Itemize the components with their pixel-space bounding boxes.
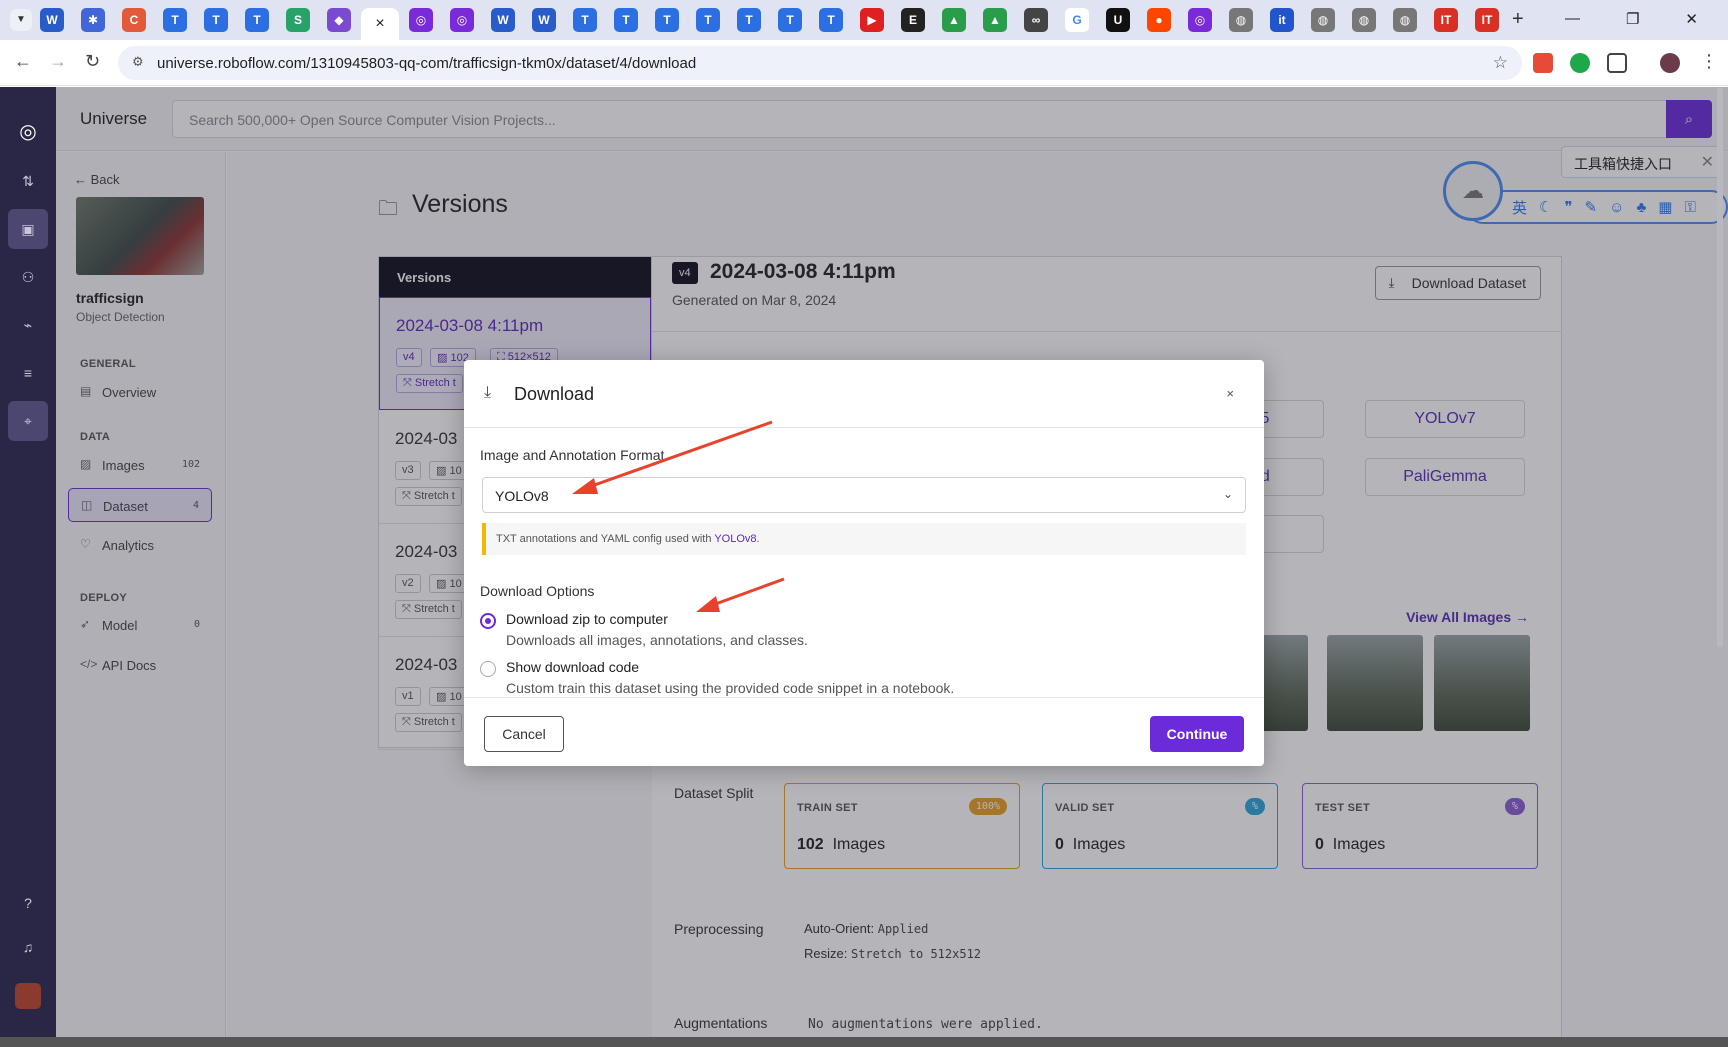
transfer-icon[interactable]: ⇅ [8,161,48,201]
tab-favicon-globe[interactable]: ◍ [1393,8,1417,32]
tab-favicon-c[interactable]: C [122,8,146,32]
help-icon[interactable]: ? [8,883,48,923]
modal-title: Download [514,384,595,404]
format-label: Image and Annotation Format [480,447,665,463]
radio-show-code[interactable] [480,661,496,677]
browser-tab-strip: ▼ W ✱ C T T T S ◆ × ◎ ◎ W W T T T T T T … [0,0,1728,40]
modal-header: ⤓ Download × [464,360,1264,428]
tab-favicon-u[interactable]: U [1106,8,1130,32]
minimize-icon[interactable]: — [1565,10,1580,28]
profile-avatar[interactable] [1660,53,1680,73]
active-tab-close-icon[interactable]: × [361,8,399,40]
format-select[interactable]: YOLOv8 ⌄ [482,477,1246,513]
reload-icon[interactable]: ↻ [85,51,100,72]
tab-favicon-roboflow[interactable]: ◎ [450,8,474,32]
tab-favicon-globe[interactable]: ◍ [1229,8,1253,32]
forward-arrow-icon[interactable]: → [49,51,67,72]
tab-favicon-youtube[interactable]: ▶ [860,8,884,32]
continue-button[interactable]: Continue [1150,716,1244,752]
modal-close-button[interactable]: × [1226,386,1234,401]
bookmark-star-icon[interactable]: ☆ [1493,53,1508,73]
tab-favicon-word[interactable]: W [40,8,64,32]
tab-favicon-it[interactable]: it [1270,8,1294,32]
url-text[interactable]: universe.roboflow.com/1310945803-qq-com/… [157,55,696,72]
tab-favicon-fox[interactable]: ◆ [327,8,351,32]
tab-favicon-globe[interactable]: ◍ [1352,8,1376,32]
extension-icon[interactable] [1533,53,1553,73]
tab-favicon-t[interactable]: T [245,8,269,32]
cancel-button[interactable]: Cancel [484,716,564,752]
extension-icon[interactable] [1570,53,1590,73]
modal-footer-divider [464,697,1264,698]
tab-favicon-t[interactable]: T [614,8,638,32]
tab-favicon-reddit[interactable]: ● [1147,8,1171,32]
notifications-bell-icon[interactable]: ♫ [8,927,48,967]
tab-favicon-globe[interactable]: ◍ [1311,8,1335,32]
option-title[interactable]: Show download code [506,659,639,675]
scrollbar-thumb[interactable] [1717,87,1723,647]
app-rail: ◎ ⇅ ▣ ⚇ ⌁ ≡ ⌖ ? ♫ [0,87,56,1037]
deployments-icon[interactable]: ≡ [8,353,48,393]
tab-favicon-it-red[interactable]: IT [1434,8,1458,32]
window-controls: — ❐ ✕ [1565,10,1698,28]
browser-menu-icon[interactable]: ⋮ [1700,51,1718,72]
download-icon: ⤓ [484,384,492,401]
tab-favicon-drive[interactable]: ▲ [983,8,1007,32]
option-description: Custom train this dataset using the prov… [506,680,955,696]
taskbar-strip [0,1037,1728,1047]
tab-favicon-t[interactable]: T [696,8,720,32]
tab-favicon-google[interactable]: G [1065,8,1089,32]
universe-icon[interactable]: ⌖ [8,401,48,441]
back-arrow-icon[interactable]: ← [14,51,32,72]
close-window-icon[interactable]: ✕ [1685,10,1698,28]
workflows-icon[interactable]: ⚇ [8,257,48,297]
user-avatar[interactable] [15,983,41,1009]
projects-icon[interactable]: ▣ [8,209,48,249]
tab-favicon-t[interactable]: T [737,8,761,32]
radio-download-zip[interactable] [480,613,496,629]
tab-favicon-t[interactable]: T [204,8,228,32]
hint-link[interactable]: YOLOv8 [714,533,756,545]
new-tab-button[interactable]: + [1512,8,1524,31]
tab-favicon-link[interactable]: ∞ [1024,8,1048,32]
option-description: Downloads all images, annotations, and c… [506,632,808,648]
tab-favicon-roboflow[interactable]: ◎ [1188,8,1212,32]
tab-favicon-word[interactable]: W [532,8,556,32]
format-hint: TXT annotations and YAML config used wit… [482,523,1246,555]
download-modal: ⤓ Download × Image and Annotation Format… [464,360,1264,766]
tab-search-dropdown-icon[interactable]: ▼ [10,9,32,31]
tab-favicon-t[interactable]: T [573,8,597,32]
address-bar-row: ← → ↻ ⚙ universe.roboflow.com/1310945803… [0,40,1728,86]
site-info-icon[interactable]: ⚙ [132,54,144,70]
tab-list: W ✱ C T T T S ◆ × ◎ ◎ W W T T T T T T T … [40,8,1499,40]
hint-suffix: . [756,533,760,545]
extensions-puzzle-icon[interactable] [1607,53,1627,73]
tab-favicon-app[interactable]: ✱ [81,8,105,32]
tab-favicon-epic[interactable]: E [901,8,925,32]
tab-favicon-roboflow[interactable]: ◎ [409,8,433,32]
restore-icon[interactable]: ❐ [1626,10,1639,28]
tab-favicon-drive[interactable]: ▲ [942,8,966,32]
tab-favicon-t[interactable]: T [819,8,843,32]
tab-favicon-t[interactable]: T [163,8,187,32]
option-title[interactable]: Download zip to computer [506,611,668,627]
format-select-value: YOLOv8 [495,488,549,504]
download-options-label: Download Options [480,583,595,599]
page-scrollbar[interactable] [1714,86,1726,1036]
url-bar[interactable]: ⚙ universe.roboflow.com/1310945803-qq-co… [118,46,1522,80]
roboflow-logo-icon[interactable]: ◎ [8,111,48,151]
tab-favicon-green[interactable]: S [286,8,310,32]
tab-favicon-it-red[interactable]: IT [1475,8,1499,32]
tab-favicon-t[interactable]: T [655,8,679,32]
chevron-down-icon: ⌄ [1222,487,1233,501]
monitoring-icon[interactable]: ⌁ [8,305,48,345]
hint-text: TXT annotations and YAML config used wit… [496,533,715,545]
tab-favicon-word[interactable]: W [491,8,515,32]
tab-favicon-t[interactable]: T [778,8,802,32]
